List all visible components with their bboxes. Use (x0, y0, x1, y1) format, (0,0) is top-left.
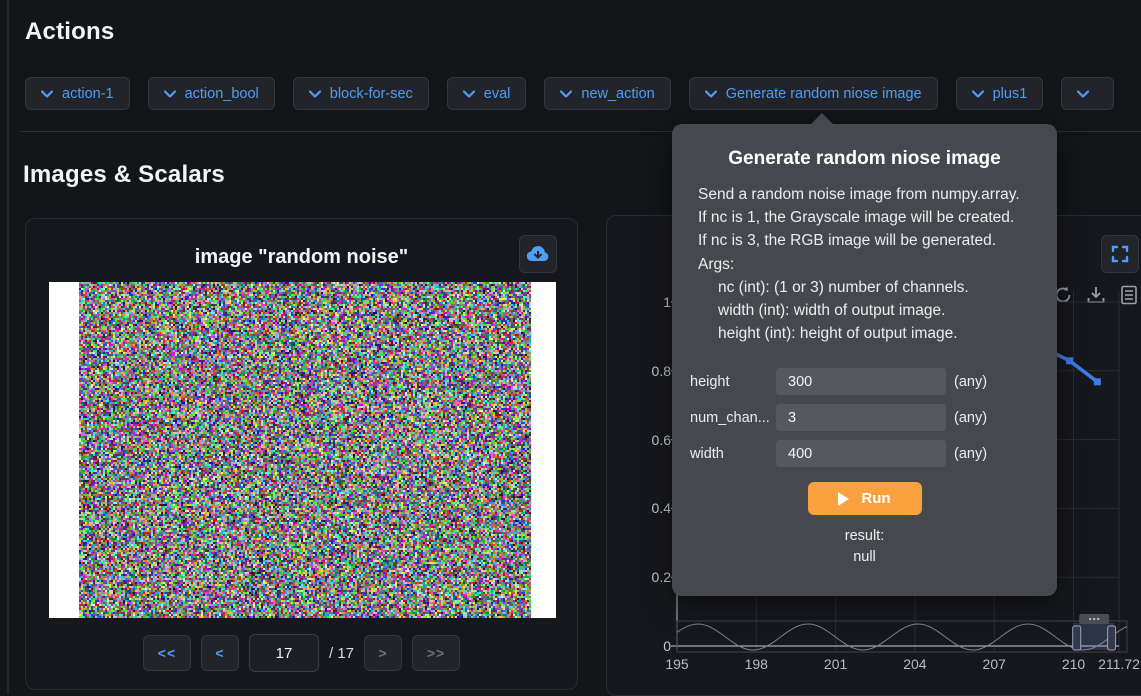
action-button-action-1[interactable]: action-1 (25, 77, 130, 110)
arg-type-label: (any) (954, 410, 987, 426)
result-label: result: (672, 528, 1057, 544)
datazoom-handle[interactable] (1108, 626, 1116, 650)
page-total-label: / 17 (329, 645, 354, 662)
chevron-down-icon (164, 90, 176, 98)
arg-width-input[interactable] (776, 440, 946, 467)
prev-page-button[interactable]: < (201, 635, 239, 671)
image-figure (49, 282, 556, 618)
popup-title: Generate random niose image (672, 148, 1057, 170)
popup-args: height (any) num_chan... (any) width (an… (690, 368, 1057, 467)
popup-description: Send a random noise image from numpy.arr… (698, 183, 1033, 345)
arg-name-label: height (690, 374, 776, 390)
cloud-download-icon (527, 245, 549, 263)
action-button-label: plus1 (993, 86, 1028, 102)
action-button-label: new_action (581, 86, 654, 102)
action-button-plus1[interactable]: plus1 (956, 77, 1044, 110)
play-icon (838, 492, 849, 506)
chevron-down-icon (463, 90, 475, 98)
arg-num-channels-input[interactable] (776, 404, 946, 431)
arg-height-input[interactable] (776, 368, 946, 395)
chevron-down-icon (309, 90, 321, 98)
chevron-down-icon (972, 90, 984, 98)
description-line: Args: (698, 253, 1033, 276)
arg-row: height (any) (690, 368, 1057, 395)
arg-type-label: (any) (954, 374, 987, 390)
image-download-button[interactable] (519, 235, 557, 273)
arg-name-label: num_chan... (690, 410, 776, 426)
result-value: null (672, 549, 1057, 565)
actions-bar: action-1 action_bool block-for-sec eval … (25, 77, 1141, 110)
action-button-partial[interactable] (1061, 77, 1114, 110)
chevron-down-icon (1077, 90, 1089, 98)
action-button-label: action-1 (62, 86, 114, 102)
left-scroll-track[interactable] (7, 0, 9, 694)
action-button-label: block-for-sec (330, 86, 413, 102)
description-line: nc (int): (1 or 3) number of channels. (698, 276, 1033, 299)
action-button-eval[interactable]: eval (447, 77, 527, 110)
pagination: << < / 17 > >> (26, 634, 577, 672)
action-button-label: eval (484, 86, 511, 102)
chevron-down-icon (705, 90, 717, 98)
description-line: width (int): width of output image. (698, 299, 1033, 322)
datazoom-handle[interactable] (1073, 626, 1081, 650)
arg-type-label: (any) (954, 446, 987, 462)
next-page-button[interactable]: > (364, 635, 402, 671)
run-button[interactable]: Run (808, 482, 922, 515)
page-number-input[interactable] (249, 634, 319, 672)
action-button-label: Generate random niose image (726, 86, 922, 102)
description-line: height (int): height of output image. (698, 322, 1033, 345)
images-scalars-heading: Images & Scalars (23, 161, 225, 189)
chevron-down-icon (41, 90, 53, 98)
popup-arrow (811, 113, 833, 124)
last-page-button[interactable]: >> (412, 635, 460, 671)
actions-heading: Actions (25, 18, 114, 46)
action-button-generate-random-niose-image[interactable]: Generate random niose image (689, 77, 938, 110)
arg-row: width (any) (690, 440, 1057, 467)
action-button-label: action_bool (185, 86, 259, 102)
first-page-button[interactable]: << (143, 635, 191, 671)
description-line: If nc is 3, the RGB image will be genera… (698, 229, 1033, 252)
image-card-title: image "random noise" (26, 246, 577, 269)
random-noise-image (79, 282, 531, 618)
run-button-label: Run (861, 490, 890, 507)
arg-name-label: width (690, 446, 776, 462)
image-card: image "random noise" << < / 17 > >> (25, 218, 578, 690)
action-popup: Generate random niose image Send a rando… (672, 124, 1057, 596)
action-button-action-bool[interactable]: action_bool (148, 77, 275, 110)
chevron-down-icon (560, 90, 572, 98)
action-button-block-for-sec[interactable]: block-for-sec (293, 77, 429, 110)
arg-row: num_chan... (any) (690, 404, 1057, 431)
action-button-new-action[interactable]: new_action (544, 77, 670, 110)
description-line: Send a random noise image from numpy.arr… (698, 183, 1033, 206)
description-line: If nc is 1, the Grayscale image will be … (698, 206, 1033, 229)
